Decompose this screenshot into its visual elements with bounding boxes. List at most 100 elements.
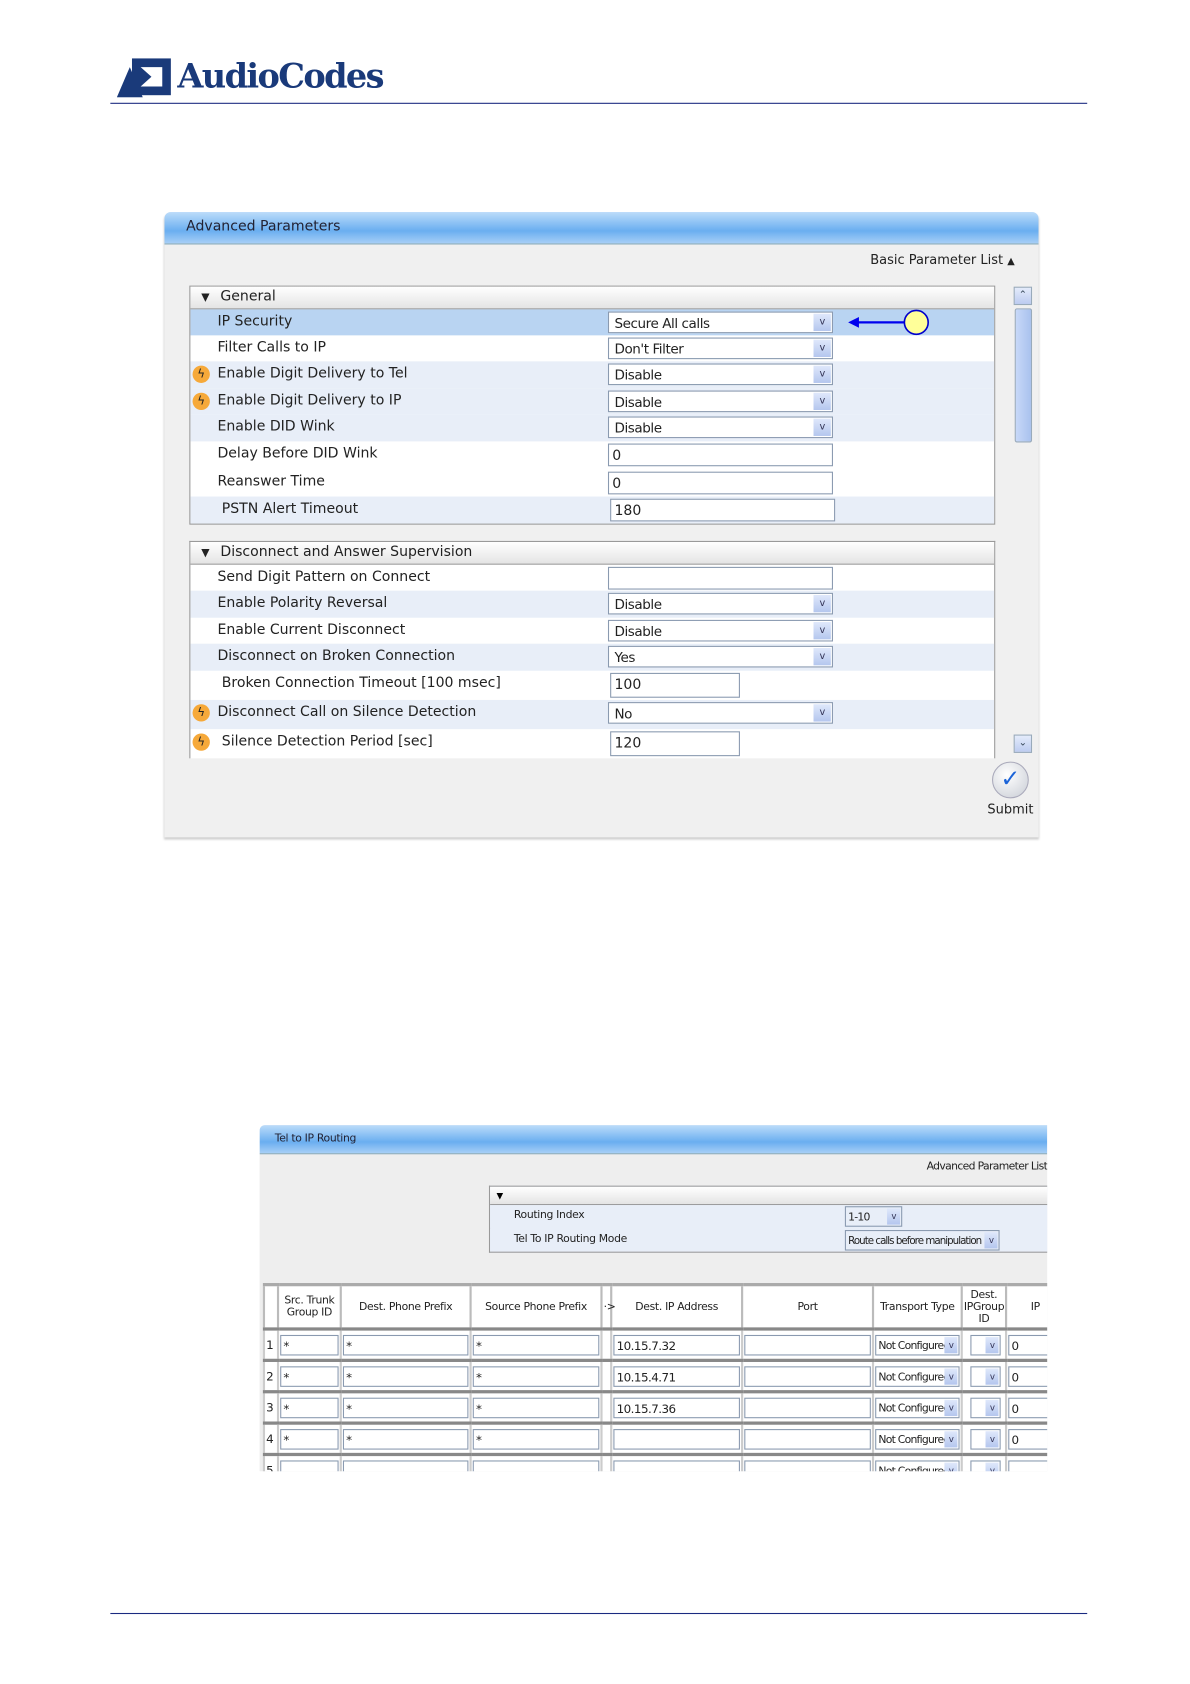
port-input[interactable] [744,1397,871,1418]
dest-prefix-input[interactable]: * [342,1365,469,1387]
src-prefix-input[interactable]: * [472,1365,600,1387]
advanced-parameter-list-link[interactable]: Advanced Parameter List [927,1161,1048,1173]
param-row: Enable Current Disconnect Disable v [190,618,994,644]
table-cell: Not Configuredv [871,1452,962,1472]
transport-type-select[interactable]: Not Configuredv [875,1428,960,1450]
section-header[interactable]: ▼ General [190,286,995,310]
param-label: Routing Index [513,1209,585,1222]
dest-prefix-input[interactable] [342,1459,469,1472]
param-input[interactable]: 0 [607,443,833,467]
submit-label: Submit [987,801,1034,817]
collapse-down-icon[interactable]: ▼ [201,288,209,310]
select-value: Not Configured [878,1339,950,1352]
collapse-down-icon[interactable]: ▼ [490,1186,1048,1206]
ipgroup-select[interactable]: v [970,1365,1001,1387]
select-value: Not Configured [878,1433,950,1446]
transport-type-select[interactable]: Not Configuredv [875,1365,960,1387]
dest-ip-input[interactable] [613,1459,740,1472]
param-select[interactable]: No v [607,702,833,724]
table-cell: Not Configuredv [871,1358,962,1392]
param-select[interactable]: Disable v [607,592,833,615]
select-value: Disable [614,393,662,411]
param-input[interactable] [607,566,833,590]
ipgroup-select[interactable]: v [970,1334,1001,1355]
routing-mode-select[interactable]: Route calls before manipulation v [844,1230,1000,1251]
header-divider [110,102,1088,104]
ip-input[interactable]: 0 [1008,1365,1048,1387]
section-header[interactable]: ▼ Disconnect and Answer Supervision [190,541,995,565]
scroll-down-icon[interactable]: ⌄ [1013,734,1033,753]
src-prefix-input[interactable]: * [472,1334,600,1355]
dest-ip-input[interactable]: 10.15.4.71 [613,1365,740,1387]
port-input[interactable] [744,1365,871,1387]
select-value: Disable [614,596,662,613]
dest-ip-input[interactable]: 10.15.7.32 [613,1334,740,1355]
lightning-warning-icon: ϟ [192,704,210,722]
src-trunk-input[interactable] [280,1459,339,1472]
param-row: Enable Polarity Reversal Disable v [190,590,995,618]
table-cell: * [339,1327,471,1361]
param-select[interactable]: Don't Filter v [607,337,833,360]
collapse-down-icon[interactable]: ▼ [201,543,209,565]
param-input[interactable]: 100 [610,672,740,698]
submit-button[interactable]: ✓ Submit [984,761,1036,817]
src-trunk-input[interactable]: * [280,1365,339,1387]
port-input[interactable] [744,1334,871,1355]
dest-prefix-input[interactable]: * [342,1428,469,1450]
column-header: Port [741,1283,875,1331]
src-prefix-input[interactable] [472,1459,600,1472]
chevron-down-icon: v [813,365,831,383]
table-row: 5Not Configuredvv [262,1452,1048,1472]
dest-ip-input[interactable]: 10.15.7.36 [613,1397,740,1418]
ip-input[interactable] [1008,1459,1048,1472]
transport-type-select[interactable]: Not Configuredv [875,1334,960,1355]
param-label: Reanswer Time [217,473,325,491]
basic-parameter-list-link[interactable]: Basic Parameter List ▲ [870,252,1014,267]
dest-ip-input[interactable] [613,1428,740,1450]
param-input[interactable]: 120 [610,731,740,757]
scroll-up-icon[interactable]: ⌃ [1013,286,1033,306]
param-row: ϟ Enable Digit Delivery to IP Disable v [190,388,995,415]
param-select[interactable]: Disable v [607,363,833,386]
param-select[interactable]: Yes v [607,645,833,668]
src-prefix-input[interactable]: * [472,1428,600,1450]
select-value: Route calls before manipulation [848,1235,982,1248]
chevron-down-icon: v [944,1430,958,1447]
table-cell: * [339,1358,471,1392]
table-cell [610,1421,743,1455]
collapse-up-icon: ▲ [1007,256,1015,268]
routing-table: Src. Trunk Group ID Dest. Phone Prefix Sou… [262,1283,1048,1472]
param-select[interactable]: Disable v [607,416,833,439]
ipgroup-select[interactable]: v [970,1397,1001,1418]
ip-input[interactable]: 0 [1008,1428,1048,1450]
param-row: Send Digit Pattern on Connect [190,565,994,591]
chevron-down-icon: v [813,704,831,722]
param-select[interactable]: Secure All calls v [607,311,833,334]
ip-input[interactable]: 0 [1008,1397,1048,1418]
param-select[interactable]: Disable v [607,390,833,413]
port-input[interactable] [744,1428,871,1450]
vertical-scrollbar[interactable]: ⌃ ⌄ [1013,286,1033,754]
table-cell: v [960,1452,1007,1472]
param-label: Broken Connection Timeout [100 msec] [221,675,501,692]
param-input[interactable]: 180 [610,498,836,522]
ipgroup-select[interactable]: v [970,1459,1001,1472]
src-trunk-input[interactable]: * [280,1397,339,1418]
src-prefix-input[interactable]: * [472,1397,600,1418]
transport-type-select[interactable]: Not Configuredv [875,1397,960,1418]
ip-input[interactable]: 0 [1008,1334,1048,1355]
dest-prefix-input[interactable]: * [342,1397,469,1418]
ipgroup-select[interactable]: v [970,1428,1001,1450]
param-label: Silence Detection Period [sec] [221,733,433,750]
port-input[interactable] [744,1459,871,1472]
transport-type-select[interactable]: Not Configuredv [875,1459,960,1472]
param-label: PSTN Alert Timeout [221,500,359,518]
chevron-down-icon: v [944,1462,958,1472]
dest-prefix-input[interactable]: * [342,1334,469,1355]
scroll-thumb[interactable] [1014,308,1033,443]
param-select[interactable]: Disable v [607,619,833,642]
param-input[interactable]: 0 [607,471,833,495]
src-trunk-input[interactable]: * [280,1334,339,1355]
routing-index-select[interactable]: 1-10 v [844,1206,903,1227]
src-trunk-input[interactable]: * [280,1428,339,1450]
